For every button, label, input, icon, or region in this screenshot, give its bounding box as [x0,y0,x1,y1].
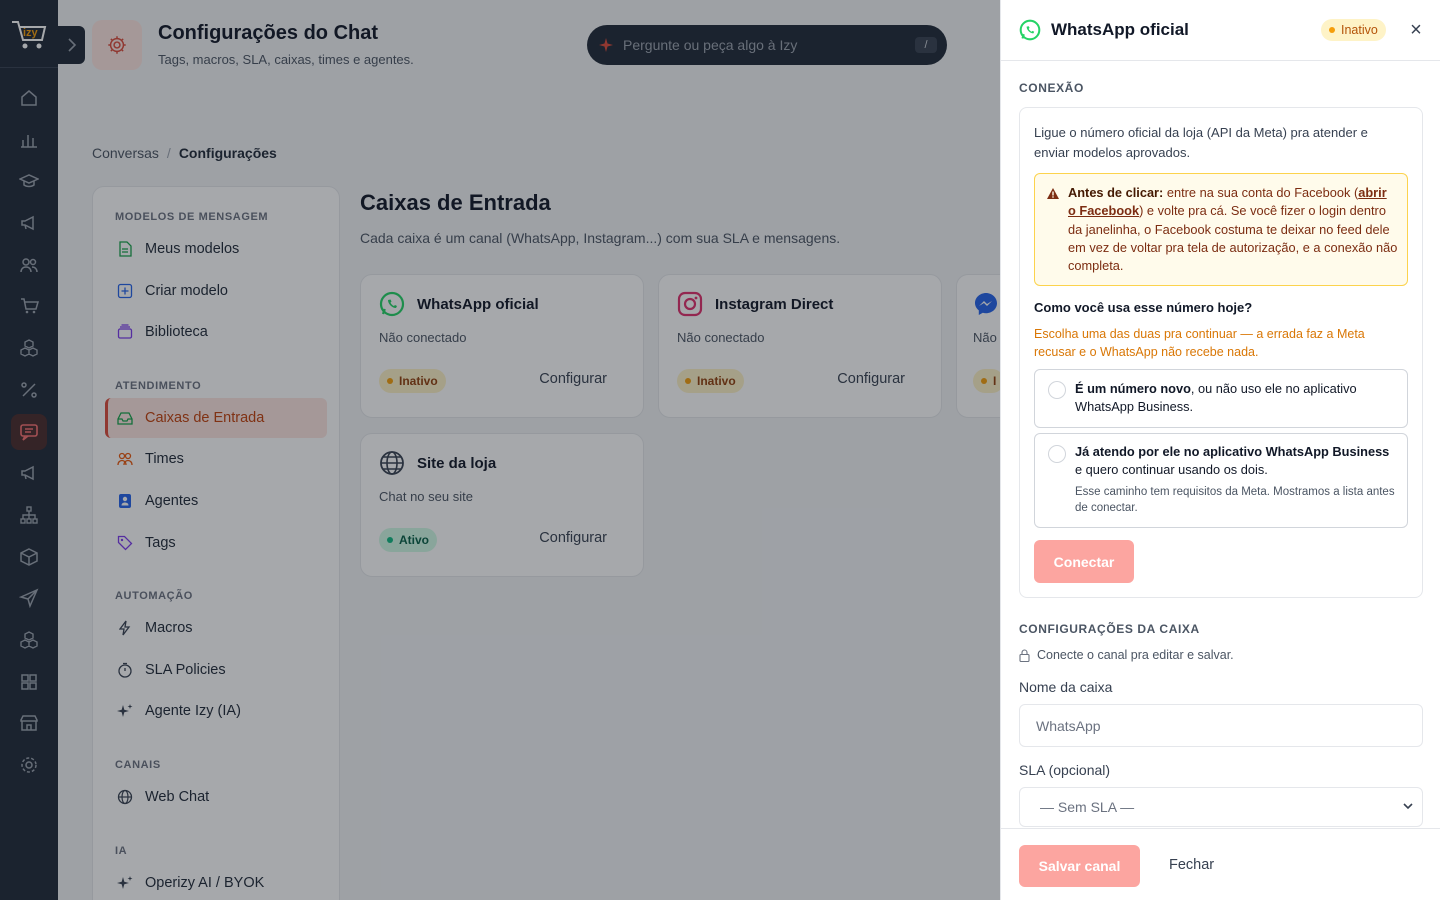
channel-config-drawer: WhatsApp oficial Inativo × CONEXÃO Ligue… [1000,0,1440,900]
lock-icon [1019,648,1030,662]
option-text: É um número novo, ou não uso ele no apli… [1075,381,1357,415]
option-hint: Esse caminho tem requisitos da Meta. Mos… [1075,486,1395,514]
sla-select[interactable]: — Sem SLA — [1019,787,1423,827]
radio-new-number[interactable] [1048,381,1066,399]
warning-box: Antes de clicar: entre na sua conta do F… [1034,173,1408,286]
modal-backdrop[interactable] [0,0,1000,900]
lock-note: Conecte o canal pra editar e salvar. [1019,648,1234,662]
radio-existing-number[interactable] [1048,445,1066,463]
option-existing-number[interactable]: Já atendo por ele no aplicativo WhatsApp… [1034,433,1408,528]
usage-hint: Escolha uma das duas pra continuar — a e… [1034,327,1365,359]
save-channel-button[interactable]: Salvar canal [1019,845,1140,887]
option-text: Já atendo por ele no aplicativo WhatsApp… [1075,444,1390,478]
chevron-down-icon [1403,803,1413,810]
connection-section-title: CONEXÃO [1019,81,1084,95]
connection-intro: Ligue o número oficial da loja (API da M… [1034,125,1368,160]
warning-text: Antes de clicar: entre na sua conta do F… [1068,185,1398,274]
close-icon[interactable]: × [1405,19,1427,41]
sla-field-label: SLA (opcional) [1019,762,1111,778]
drawer-header: WhatsApp oficial Inativo × [1001,0,1440,61]
usage-question: Como você usa esse número hoje? [1034,300,1253,315]
status-badge: Inativo [1321,19,1386,41]
drawer-title: WhatsApp oficial [1051,20,1189,39]
whatsapp-icon [1019,19,1041,41]
close-button[interactable]: Fechar [1169,857,1214,873]
connection-card: Ligue o número oficial da loja (API da M… [1019,107,1423,598]
connect-button[interactable]: Conectar [1034,540,1134,583]
warning-icon [1047,188,1059,199]
name-field-label: Nome da caixa [1019,679,1113,695]
option-new-number[interactable]: É um número novo, ou não uso ele no apli… [1034,369,1408,428]
drawer-footer: Salvar canal Fechar [1001,828,1440,900]
name-field[interactable]: WhatsApp [1019,704,1423,747]
box-settings-title: CONFIGURAÇÕES DA CAIXA [1019,622,1200,636]
